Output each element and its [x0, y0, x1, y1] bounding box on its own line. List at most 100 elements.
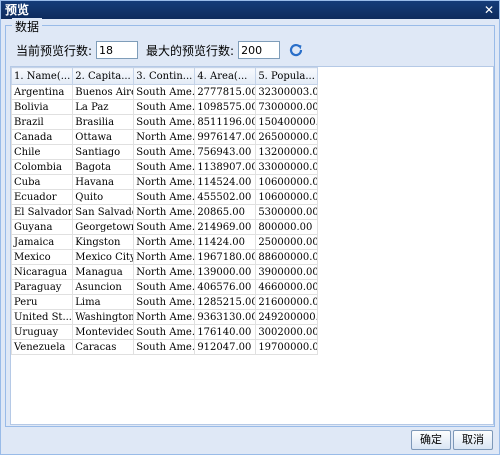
table-cell: Uruguay	[11, 324, 74, 340]
table-cell: Santiago	[72, 144, 135, 160]
column-header[interactable]: 3. Contin...	[133, 67, 196, 85]
table-cell: 800000.00	[255, 219, 318, 235]
table-row[interactable]: NicaraguaManaguaNorth Ame...139000.00390…	[11, 264, 318, 280]
table-row[interactable]: JamaicaKingstonNorth Ame...11424.0025000…	[11, 234, 318, 250]
table-cell: South Ame...	[133, 114, 196, 130]
table-cell: Canada	[11, 129, 74, 145]
ok-button[interactable]: 确定	[411, 430, 451, 450]
cancel-button[interactable]: 取消	[453, 430, 493, 450]
table-cell: South Ame...	[133, 294, 196, 310]
table-cell: 21600000.00	[255, 294, 318, 310]
table-cell: Argentina	[11, 84, 74, 100]
table-cell: Bagota	[72, 159, 135, 175]
table-cell: 4660000.00	[255, 279, 318, 295]
table-cell: Ecuador	[11, 189, 74, 205]
table-cell: 2777815.00	[194, 84, 257, 100]
footer: 确定 取消	[1, 430, 499, 450]
table-cell: 26500000.00	[255, 129, 318, 145]
table-row[interactable]: El SalvadorSan SalvadorNorth Ame...20865…	[11, 204, 318, 220]
table-cell: Mexico	[11, 249, 74, 265]
table-cell: 1285215.00	[194, 294, 257, 310]
table-row[interactable]: EcuadorQuitoSouth Ame...455502.001060000…	[11, 189, 318, 205]
table-cell: Washington	[72, 309, 135, 325]
table-cell: 10600000.00	[255, 189, 318, 205]
column-header[interactable]: 5. Popula...	[255, 67, 318, 85]
title-bar: 预览 ✕	[1, 1, 499, 19]
table-row[interactable]: ColombiaBagotaSouth Ame...1138907.003300…	[11, 159, 318, 175]
table-cell: 249200000.00	[255, 309, 318, 325]
table-row[interactable]: MexicoMexico CityNorth Ame...1967180.008…	[11, 249, 318, 265]
table-cell: 13200000.00	[255, 144, 318, 160]
table-row[interactable]: ArgentinaBuenos AiresSouth Ame...2777815…	[11, 84, 318, 100]
table-cell: North Ame...	[133, 129, 196, 145]
table-cell: Jamaica	[11, 234, 74, 250]
table-cell: South Ame...	[133, 84, 196, 100]
table-cell: 2500000.00	[255, 234, 318, 250]
table-cell: 5300000.00	[255, 204, 318, 220]
table-cell: Nicaragua	[11, 264, 74, 280]
table-cell: South Ame...	[133, 159, 196, 175]
table-cell: South Ame...	[133, 189, 196, 205]
table-cell: Venezuela	[11, 339, 74, 355]
table-row[interactable]: VenezuelaCaracasSouth Ame...912047.00197…	[11, 339, 318, 355]
current-rows-label: 当前预览行数:	[16, 43, 93, 58]
table-row[interactable]: BrazilBrasiliaSouth Ame...8511196.001504…	[11, 114, 318, 130]
table-cell: North Ame...	[133, 174, 196, 190]
table-row[interactable]: PeruLimaSouth Ame...1285215.0021600000.0…	[11, 294, 318, 310]
table-cell: South Ame...	[133, 99, 196, 115]
table-cell: North Ame...	[133, 249, 196, 265]
table-row[interactable]: UruguayMontevideoSouth Ame...176140.0030…	[11, 324, 318, 340]
table-cell: 9976147.00	[194, 129, 257, 145]
table-cell: 214969.00	[194, 219, 257, 235]
table-cell: 1098575.00	[194, 99, 257, 115]
table-cell: 19700000.00	[255, 339, 318, 355]
table-cell: 9363130.00	[194, 309, 257, 325]
table-cell: South Ame...	[133, 279, 196, 295]
data-section: 数据 当前预览行数: 最大的预览行数: 1. Name(...2. Capita…	[5, 18, 495, 427]
column-header[interactable]: 2. Capita...	[72, 67, 135, 85]
table-cell: Ottawa	[72, 129, 135, 145]
table-cell: Peru	[11, 294, 74, 310]
header-row: 1. Name(... 2. Capita... 3. Contin... 4. Ar…	[11, 67, 318, 85]
table-cell: Brasilia	[72, 114, 135, 130]
table-cell: Cuba	[11, 174, 74, 190]
table-cell: Georgetown	[72, 219, 135, 235]
table-row[interactable]: CubaHavanaNorth Ame...114524.0010600000.…	[11, 174, 318, 190]
refresh-icon[interactable]	[288, 42, 304, 58]
table-cell: 139000.00	[194, 264, 257, 280]
max-rows-input[interactable]	[238, 41, 281, 59]
table-cell: North Ame...	[133, 204, 196, 220]
table-cell: 912047.00	[194, 339, 257, 355]
table-cell: 406576.00	[194, 279, 257, 295]
column-header[interactable]: 1. Name(...	[11, 67, 74, 85]
table-cell: 150400000.00	[255, 114, 318, 130]
table-row[interactable]: BoliviaLa PazSouth Ame...1098575.0073000…	[11, 99, 318, 115]
table-cell: 176140.00	[194, 324, 257, 340]
table-cell: 1138907.00	[194, 159, 257, 175]
column-header[interactable]: 4. Area(...	[194, 67, 257, 85]
table-row[interactable]: GuyanaGeorgetownSouth Ame...214969.00800…	[11, 219, 318, 235]
table-row[interactable]: ParaguayAsuncionSouth Ame...406576.00466…	[11, 279, 318, 295]
table-cell: Paraguay	[11, 279, 74, 295]
table-cell: 10600000.00	[255, 174, 318, 190]
table-row[interactable]: ChileSantiagoSouth Ame...756943.00132000…	[11, 144, 318, 160]
table-cell: Managua	[72, 264, 135, 280]
table-cell: Quito	[72, 189, 135, 205]
close-icon[interactable]: ✕	[482, 3, 496, 17]
current-rows-input[interactable]	[96, 41, 139, 59]
table-cell: El Salvador	[11, 204, 74, 220]
table-cell: 8511196.00	[194, 114, 257, 130]
data-table: 1. Name(... 2. Capita... 3. Contin... 4. Ar…	[11, 67, 318, 355]
table-cell: 33000000.00	[255, 159, 318, 175]
table-row[interactable]: CanadaOttawaNorth Ame...9976147.00265000…	[11, 129, 318, 145]
table-cell: Montevideo	[72, 324, 135, 340]
table-cell: 7300000.00	[255, 99, 318, 115]
table-cell: Brazil	[11, 114, 74, 130]
table-cell: Mexico City	[72, 249, 135, 265]
table-row[interactable]: United St...WashingtonNorth Ame...936313…	[11, 309, 318, 325]
preview-controls: 当前预览行数: 最大的预览行数:	[16, 40, 304, 60]
table-cell: United St...	[11, 309, 74, 325]
table-cell: Lima	[72, 294, 135, 310]
section-legend: 数据	[12, 18, 43, 35]
table-cell: 88600000.00	[255, 249, 318, 265]
